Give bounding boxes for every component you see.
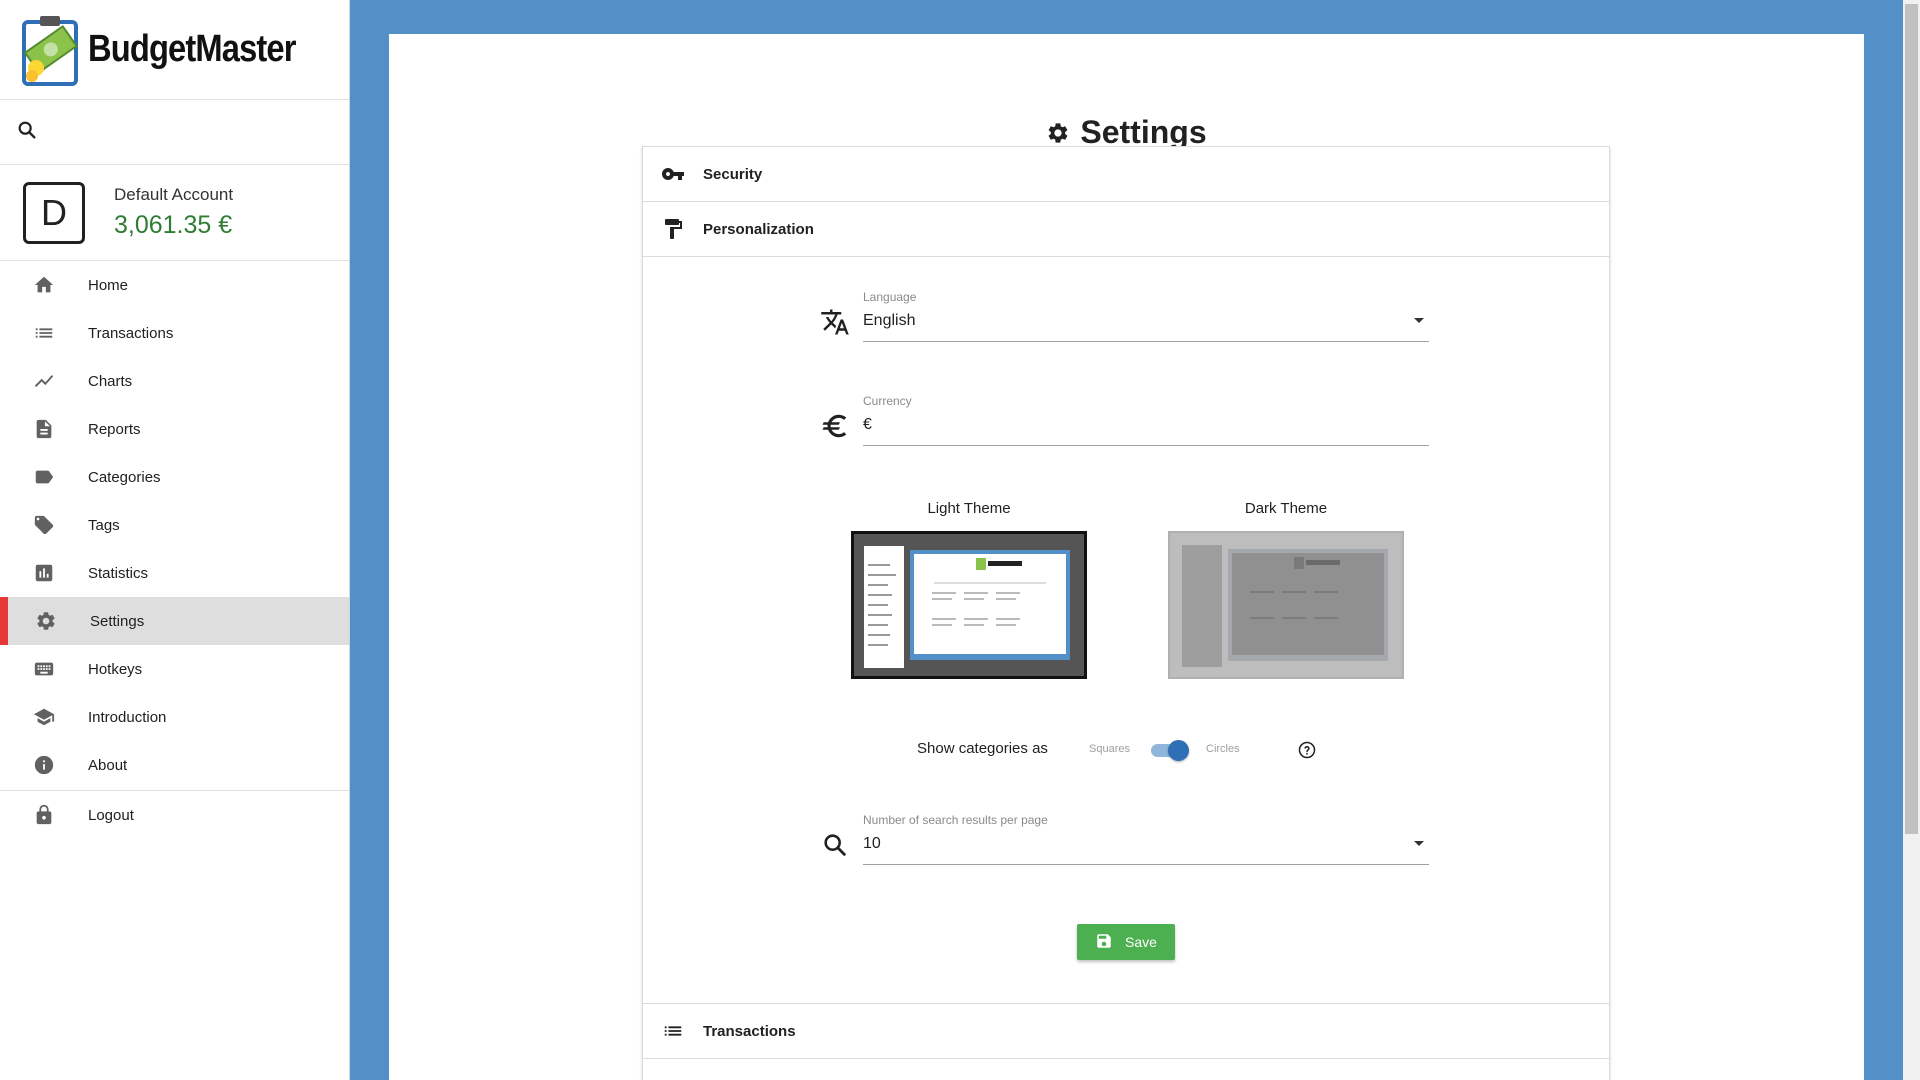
toggle-on-label: Circles xyxy=(1206,743,1240,755)
sidebar-item-label: Categories xyxy=(88,468,161,486)
sidebar-item-home[interactable]: Home xyxy=(0,261,349,309)
chevron-down-icon xyxy=(1414,841,1424,846)
sidebar-item-label: Charts xyxy=(88,372,133,390)
section-header-personalization[interactable]: Personalization xyxy=(643,202,1609,257)
app-logo[interactable]: BudgetMaster xyxy=(0,0,349,100)
search-results-value: 10 xyxy=(863,835,881,852)
sidebar-item-logout[interactable]: Logout xyxy=(0,791,349,839)
section-title: Personalization xyxy=(703,220,814,238)
sidebar-item-label: Home xyxy=(88,276,129,294)
sidebar: BudgetMaster D Default Account 3,061.35 … xyxy=(0,0,350,1080)
sidebar-nav-bottom: Logout xyxy=(0,791,349,839)
search-icon xyxy=(819,829,851,861)
info-icon xyxy=(32,753,56,777)
sidebar-item-tags[interactable]: Tags xyxy=(0,501,349,549)
field-underline xyxy=(863,864,1429,865)
account-selector[interactable]: D Default Account 3,061.35 € xyxy=(0,165,349,261)
tag-icon xyxy=(32,513,56,537)
language-value: English xyxy=(863,312,916,329)
light-theme-label: Light Theme xyxy=(927,500,1011,517)
sidebar-item-settings[interactable]: Settings xyxy=(0,597,349,645)
search-icon[interactable] xyxy=(16,119,38,146)
key-icon xyxy=(661,162,685,186)
label-icon xyxy=(32,465,56,489)
list-icon xyxy=(32,321,56,345)
gear-icon xyxy=(1046,121,1070,145)
field-underline xyxy=(863,341,1429,342)
toggle-off-label: Squares xyxy=(1089,743,1130,755)
section-title: Security xyxy=(703,165,763,183)
save-label: Save xyxy=(1125,934,1157,950)
sidebar-item-hotkeys[interactable]: Hotkeys xyxy=(0,645,349,693)
section-header-transactions[interactable]: Transactions xyxy=(643,1004,1609,1059)
chevron-down-icon xyxy=(1414,318,1424,323)
section-header-security[interactable]: Security xyxy=(643,147,1609,202)
main-content: Settings Security Personalization Langua… xyxy=(389,34,1864,1080)
document-icon xyxy=(32,417,56,441)
sidebar-nav: Home Transactions Charts Reports Categor… xyxy=(0,261,349,789)
sidebar-item-about[interactable]: About xyxy=(0,741,349,789)
sidebar-item-introduction[interactable]: Introduction xyxy=(0,693,349,741)
dark-theme-label: Dark Theme xyxy=(1244,500,1328,517)
personalization-body: Language English Currency € Light Theme … xyxy=(643,257,1609,1004)
sidebar-item-charts[interactable]: Charts xyxy=(0,357,349,405)
account-balance: 3,061.35 € xyxy=(114,211,233,239)
sidebar-item-label: Reports xyxy=(88,420,141,438)
light-theme-preview xyxy=(854,534,1084,676)
bar-chart-icon xyxy=(32,561,56,585)
account-name: Default Account xyxy=(114,185,234,204)
sidebar-item-label: Transactions xyxy=(88,324,174,342)
keyboard-icon xyxy=(32,657,56,681)
settings-collapsible: Security Personalization Language Englis… xyxy=(642,146,1610,1080)
account-avatar: D xyxy=(23,181,85,244)
sidebar-item-label: Tags xyxy=(88,516,120,534)
sidebar-item-label: Statistics xyxy=(88,564,149,582)
graduation-cap-icon xyxy=(32,705,56,729)
list-icon xyxy=(661,1019,685,1043)
sidebar-item-statistics[interactable]: Statistics xyxy=(0,549,349,597)
category-style-switch[interactable] xyxy=(1149,740,1189,761)
page-scrollbar[interactable] xyxy=(1903,0,1920,1080)
chart-line-icon xyxy=(32,369,56,393)
sidebar-item-label: Settings xyxy=(90,612,145,630)
sidebar-search[interactable] xyxy=(0,100,349,165)
sidebar-item-label: About xyxy=(88,756,128,774)
save-icon xyxy=(1095,932,1113,953)
app-name: BudgetMaster xyxy=(88,28,296,70)
language-label: Language xyxy=(863,290,917,304)
light-theme-option[interactable] xyxy=(851,531,1087,679)
lock-icon xyxy=(32,803,56,827)
logo-icon xyxy=(22,12,78,88)
currency-value: € xyxy=(863,416,872,433)
section-title: Transactions xyxy=(703,1022,796,1040)
field-underline xyxy=(863,445,1429,446)
scrollbar-thumb[interactable] xyxy=(1905,4,1918,834)
dark-theme-preview xyxy=(1170,533,1402,677)
category-style-toggle-row: Show categories as Squares Circles xyxy=(643,735,1609,765)
currency-label: Currency xyxy=(863,394,912,408)
sidebar-item-transactions[interactable]: Transactions xyxy=(0,309,349,357)
sidebar-item-categories[interactable]: Categories xyxy=(0,453,349,501)
toggle-label: Show categories as xyxy=(917,740,1048,757)
search-results-label: Number of search results per page xyxy=(863,813,1048,827)
switch-thumb xyxy=(1168,740,1189,761)
help-icon[interactable] xyxy=(1298,741,1316,759)
sidebar-item-label: Logout xyxy=(88,806,134,824)
home-icon xyxy=(32,273,56,297)
sidebar-item-label: Hotkeys xyxy=(88,660,143,678)
gear-icon xyxy=(34,609,58,633)
paint-roller-icon xyxy=(661,217,685,241)
euro-icon xyxy=(819,410,851,442)
sidebar-item-reports[interactable]: Reports xyxy=(0,405,349,453)
dark-theme-option[interactable] xyxy=(1168,531,1404,679)
translate-icon xyxy=(819,306,851,338)
save-button[interactable]: Save xyxy=(1077,924,1175,960)
sidebar-item-label: Introduction xyxy=(88,708,167,726)
